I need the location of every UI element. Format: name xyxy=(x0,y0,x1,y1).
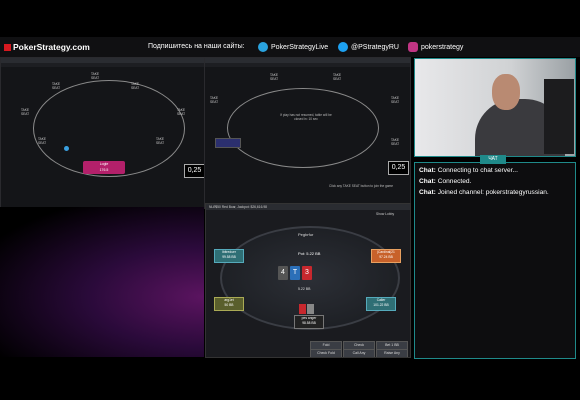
chat-line: Chat: Joined channel: pokerstrategyrussi… xyxy=(419,189,549,196)
take-seat-button[interactable]: TAKE SEAT xyxy=(49,82,63,90)
pokerstrategy-logo: PokerStrategy.com xyxy=(4,42,90,52)
take-seat-button[interactable]: TAKE SEAT xyxy=(18,108,32,116)
telegram-link[interactable]: PokerStrategyLive xyxy=(258,42,328,52)
player-stack: 97.24 BB xyxy=(379,255,393,259)
community-card: T xyxy=(290,266,300,280)
chat-panel[interactable]: Chat: Connecting to chat server... Chat:… xyxy=(414,162,576,359)
take-seat-button[interactable]: TAKE SEAT xyxy=(207,96,221,104)
chat-message: Joined channel: pokerstrategyrussian. xyxy=(437,189,549,196)
take-seat-button[interactable]: TAKE SEAT xyxy=(88,72,102,80)
take-seat-button[interactable]: TAKE SEAT xyxy=(128,82,142,90)
player-seat: Caller 101.22 BB xyxy=(366,297,396,311)
table-window-1[interactable]: TAKE SEAT TAKE SEAT TAKE SEAT TAKE SEAT … xyxy=(0,57,205,209)
twitter-label: @PStrategyRU xyxy=(351,43,399,51)
pot-label: Pot: 5.22 BB xyxy=(298,251,321,256)
twitter-icon xyxy=(338,42,348,52)
player-stack: 98.58 BB xyxy=(302,321,316,325)
webcam-feed xyxy=(414,58,576,157)
chat-message: Connected. xyxy=(437,178,472,185)
bet-amount: 0,25 xyxy=(184,164,205,178)
subscribe-text: Подпишитесь на наши сайты: xyxy=(148,43,245,50)
hero-stack: 176.5 xyxy=(99,168,109,172)
player-seat: arg1et 50 BB xyxy=(214,297,244,311)
chat-header: ЧАТ xyxy=(480,155,506,164)
instagram-icon xyxy=(408,42,418,52)
twitter-link[interactable]: @PStrategyRU xyxy=(338,42,399,52)
table-close-notice: If play has not resumed, table will be c… xyxy=(271,113,341,121)
take-seat-button[interactable]: TAKE SEAT xyxy=(35,137,49,145)
chair xyxy=(544,79,574,154)
hero-player-seat: pes anger 98.58 BB xyxy=(294,315,324,329)
window-menubar xyxy=(1,63,204,67)
instagram-link[interactable]: pokerstrategy xyxy=(408,42,463,52)
chat-author: Chat: xyxy=(419,178,436,185)
table-window-2[interactable]: TAKE SEAT TAKE SEAT TAKE SEAT TAKE SEAT … xyxy=(204,57,411,205)
client-title: NL₽$50 Red Boar, Jackpot: $26,616.98 xyxy=(209,205,268,209)
dealer-chip-icon xyxy=(64,146,69,151)
call-any-button[interactable]: Call Any xyxy=(343,349,375,357)
player-stack: 50 BB xyxy=(224,303,234,307)
streamer-head xyxy=(492,74,520,110)
hero-card xyxy=(299,304,306,314)
raise-any-button[interactable]: Raise Any xyxy=(376,349,408,357)
telegram-label: PokerStrategyLive xyxy=(271,43,329,51)
chat-author: Chat: xyxy=(419,167,436,174)
table-name: Pegbrfur xyxy=(298,232,314,237)
telegram-icon xyxy=(258,42,268,52)
take-seat-button[interactable]: TAKE SEAT xyxy=(267,73,281,81)
chat-author: Chat: xyxy=(419,189,436,196)
player-seat: |Cardinal|21 97.24 BB xyxy=(371,249,401,263)
logo-mark-icon xyxy=(4,44,11,51)
show-lobby-button[interactable]: Show Lobby xyxy=(376,212,394,216)
chat-message: Connecting to chat server... xyxy=(437,167,518,174)
client-titlebar[interactable]: NL₽$50 Red Boar, Jackpot: $26,616.98 xyxy=(206,204,410,210)
subpot-label: 5.22 BB xyxy=(298,287,311,291)
background-glow xyxy=(0,207,204,357)
chat-line: Chat: Connecting to chat server... xyxy=(419,167,518,174)
community-card: 3 xyxy=(302,266,312,280)
player-seat: Ibitreduer 99.58 BB xyxy=(214,249,244,263)
window-menubar xyxy=(205,63,410,67)
take-seat-button[interactable]: TAKE SEAT xyxy=(388,138,402,146)
take-seat-button[interactable]: TAKE SEAT xyxy=(388,96,402,104)
take-seat-button[interactable]: TAKE SEAT xyxy=(174,108,188,116)
logo-text: PokerStrategy.com xyxy=(13,42,90,52)
notice-line-2: closed in: 10 sec xyxy=(294,117,318,121)
poker-client-window[interactable]: NL₽$50 Red Boar, Jackpot: $26,616.98 Sho… xyxy=(205,203,411,358)
bet-amount: 0,25 xyxy=(388,161,409,175)
empty-player-seat xyxy=(215,138,241,148)
take-seat-button[interactable]: TAKE SEAT xyxy=(330,73,344,81)
check-fold-button[interactable]: Check Fold xyxy=(310,349,342,357)
community-card: 4 xyxy=(278,266,288,280)
hero-seat: Logle 176.5 xyxy=(83,161,125,174)
join-hint: Click any TAKE SEAT button to join the g… xyxy=(329,184,394,188)
table-oval xyxy=(227,88,379,168)
chat-line: Chat: Connected. xyxy=(419,178,471,185)
take-seat-button[interactable]: TAKE SEAT xyxy=(153,137,167,145)
hero-card xyxy=(307,304,314,314)
player-stack: 99.58 BB xyxy=(222,255,236,259)
instagram-label: pokerstrategy xyxy=(421,43,464,51)
player-stack: 101.22 BB xyxy=(373,303,389,307)
